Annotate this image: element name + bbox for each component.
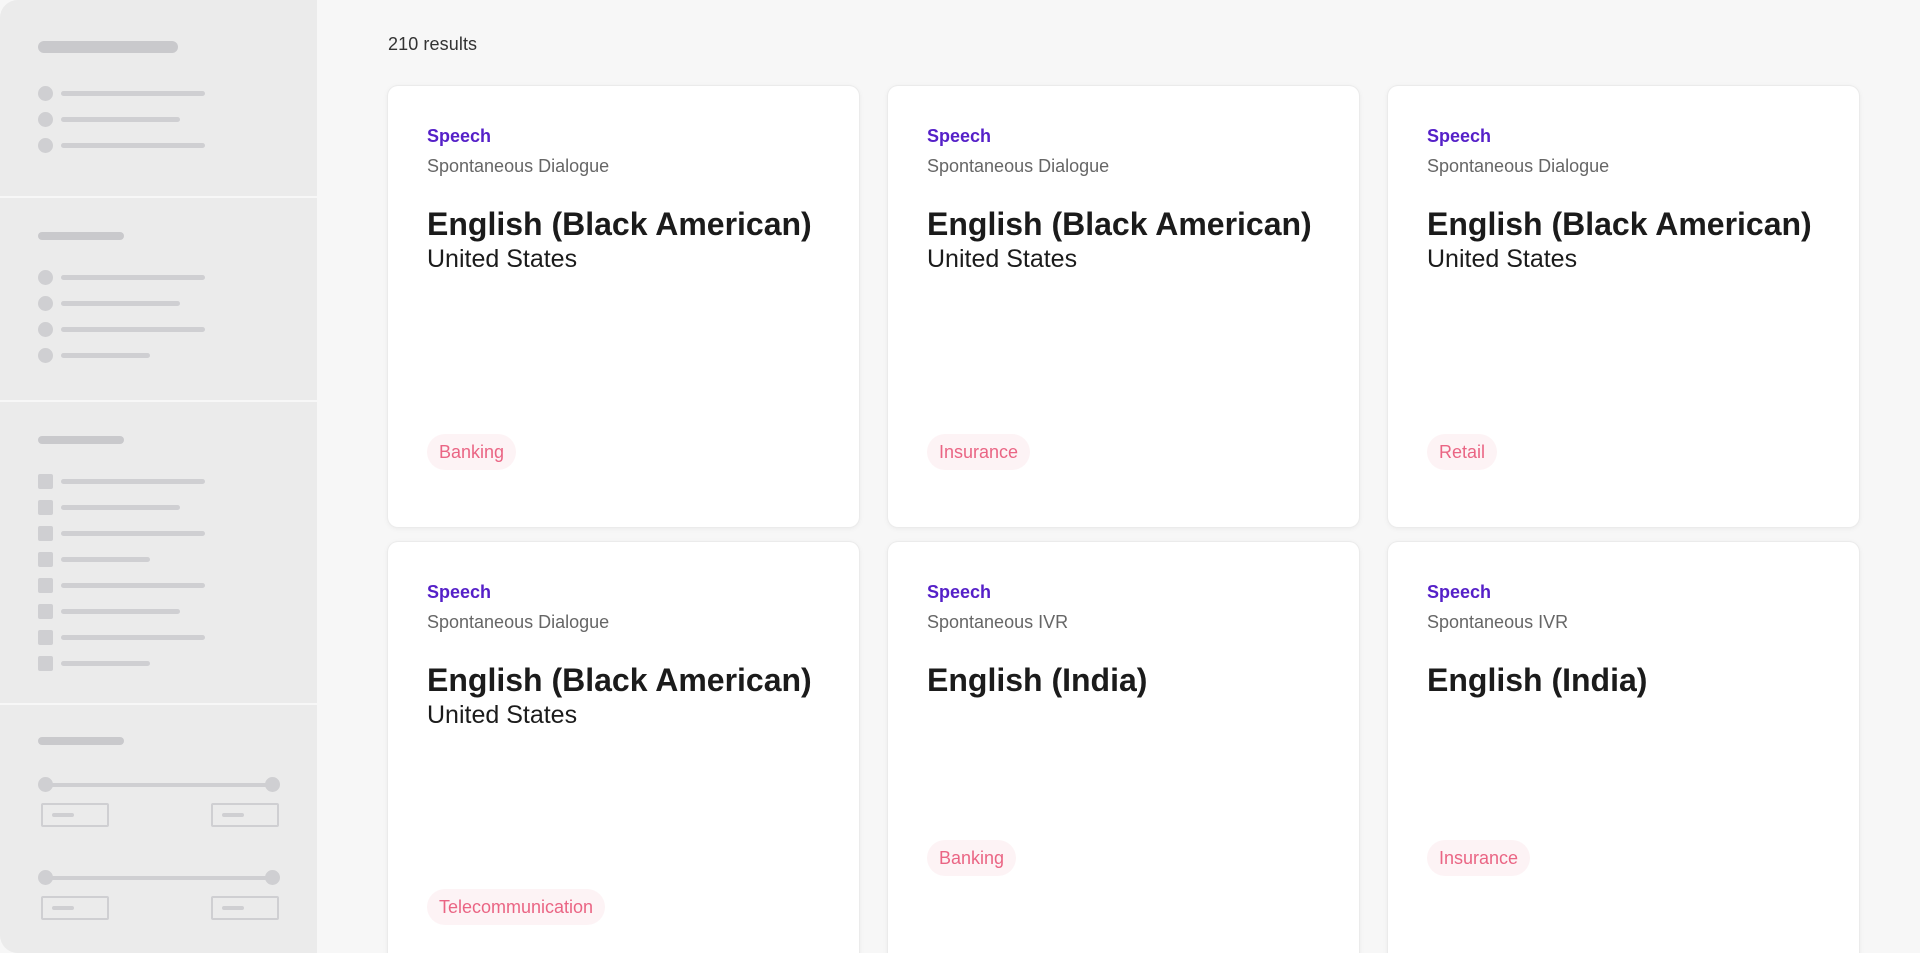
option-label-placeholder	[61, 505, 180, 510]
range-slider-max-handle[interactable]	[265, 777, 280, 792]
range-min-input[interactable]	[41, 803, 109, 827]
card-industry-tag: Insurance	[927, 434, 1031, 470]
card-country: United States	[927, 245, 1078, 273]
card-industry-tag: Telecommunication	[427, 889, 606, 925]
option-label-placeholder	[61, 143, 205, 148]
card-category: Speech	[927, 126, 992, 146]
card-language: English (India)	[927, 662, 1148, 698]
dataset-card[interactable]: Speech Spontaneous Dialogue English (Bla…	[388, 542, 859, 953]
checkbox-placeholder[interactable]	[38, 656, 53, 671]
checkbox-placeholder[interactable]	[38, 526, 53, 541]
card-subtype: Spontaneous IVR	[1427, 612, 1569, 632]
card-category: Speech	[1427, 582, 1492, 602]
card-language: English (India)	[1427, 662, 1648, 698]
app-window: 210 results Speech Spontaneous Dialogue …	[0, 0, 1920, 953]
card-country: United States	[1427, 245, 1578, 273]
option-label-placeholder	[61, 327, 205, 332]
card-industry-tag: Retail	[1427, 434, 1498, 470]
option-label-placeholder	[61, 117, 180, 122]
results-count: 210 results	[388, 34, 478, 54]
card-country: United States	[427, 245, 578, 273]
range-slider-min-handle[interactable]	[38, 777, 53, 792]
option-label-placeholder	[61, 609, 180, 614]
card-subtype: Spontaneous Dialogue	[1427, 156, 1610, 176]
option-label-placeholder	[61, 479, 205, 484]
card-category: Speech	[927, 582, 992, 602]
dataset-card[interactable]: Speech Spontaneous IVR English (India) B…	[888, 542, 1359, 953]
radio-placeholder[interactable]	[38, 296, 53, 311]
card-industry-tag: Banking	[427, 434, 517, 470]
card-subtype: Spontaneous Dialogue	[427, 612, 610, 632]
checkbox-placeholder[interactable]	[38, 552, 53, 567]
card-category: Speech	[427, 126, 492, 146]
radio-placeholder[interactable]	[38, 112, 53, 127]
filter-sidebar-skeleton	[0, 0, 317, 953]
card-language: English (Black American)	[1427, 206, 1812, 242]
card-language: English (Black American)	[927, 206, 1312, 242]
checkbox-placeholder[interactable]	[38, 604, 53, 619]
card-subtype: Spontaneous Dialogue	[927, 156, 1110, 176]
range-min-input[interactable]	[41, 896, 109, 920]
option-label-placeholder	[61, 91, 205, 96]
checkbox-placeholder[interactable]	[38, 578, 53, 593]
range-max-input[interactable]	[211, 803, 279, 827]
checkbox-placeholder[interactable]	[38, 630, 53, 645]
radio-placeholder[interactable]	[38, 270, 53, 285]
option-label-placeholder	[61, 583, 205, 588]
filter-section-skeleton-2	[0, 196, 317, 400]
option-label-placeholder	[61, 635, 205, 640]
card-subtype: Spontaneous IVR	[927, 612, 1069, 632]
option-label-placeholder	[61, 557, 150, 562]
filter-title-placeholder	[38, 232, 124, 240]
card-category: Speech	[1427, 126, 1492, 146]
dataset-card[interactable]: Speech Spontaneous Dialogue English (Bla…	[888, 86, 1359, 527]
filter-section-skeleton-4	[0, 703, 317, 953]
filter-title-placeholder	[38, 41, 178, 53]
option-label-placeholder	[61, 275, 205, 280]
filter-section-skeleton-3	[0, 400, 317, 703]
card-category: Speech	[427, 582, 492, 602]
range-slider-track[interactable]	[45, 783, 273, 787]
dataset-card[interactable]: Speech Spontaneous Dialogue English (Bla…	[1388, 86, 1859, 527]
filter-title-placeholder	[38, 737, 124, 745]
dataset-card[interactable]: Speech Spontaneous IVR English (India) I…	[1388, 542, 1859, 953]
range-slider-min-handle[interactable]	[38, 870, 53, 885]
radio-placeholder[interactable]	[38, 322, 53, 337]
checkbox-placeholder[interactable]	[38, 474, 53, 489]
card-industry-tag: Insurance	[1427, 840, 1531, 876]
option-label-placeholder	[61, 301, 180, 306]
range-max-input[interactable]	[211, 896, 279, 920]
radio-placeholder[interactable]	[38, 86, 53, 101]
option-label-placeholder	[61, 531, 205, 536]
dataset-card[interactable]: Speech Spontaneous Dialogue English (Bla…	[388, 86, 859, 527]
radio-placeholder[interactable]	[38, 348, 53, 363]
range-slider-track[interactable]	[45, 876, 273, 880]
card-industry-tag: Banking	[927, 840, 1017, 876]
option-label-placeholder	[61, 353, 150, 358]
option-label-placeholder	[61, 661, 150, 666]
card-language: English (Black American)	[427, 662, 812, 698]
filter-title-placeholder	[38, 436, 124, 444]
range-slider-max-handle[interactable]	[265, 870, 280, 885]
checkbox-placeholder[interactable]	[38, 500, 53, 515]
card-subtype: Spontaneous Dialogue	[427, 156, 610, 176]
card-country: United States	[427, 701, 578, 729]
radio-placeholder[interactable]	[38, 138, 53, 153]
card-language: English (Black American)	[427, 206, 812, 242]
filter-section-skeleton-1	[0, 0, 317, 196]
